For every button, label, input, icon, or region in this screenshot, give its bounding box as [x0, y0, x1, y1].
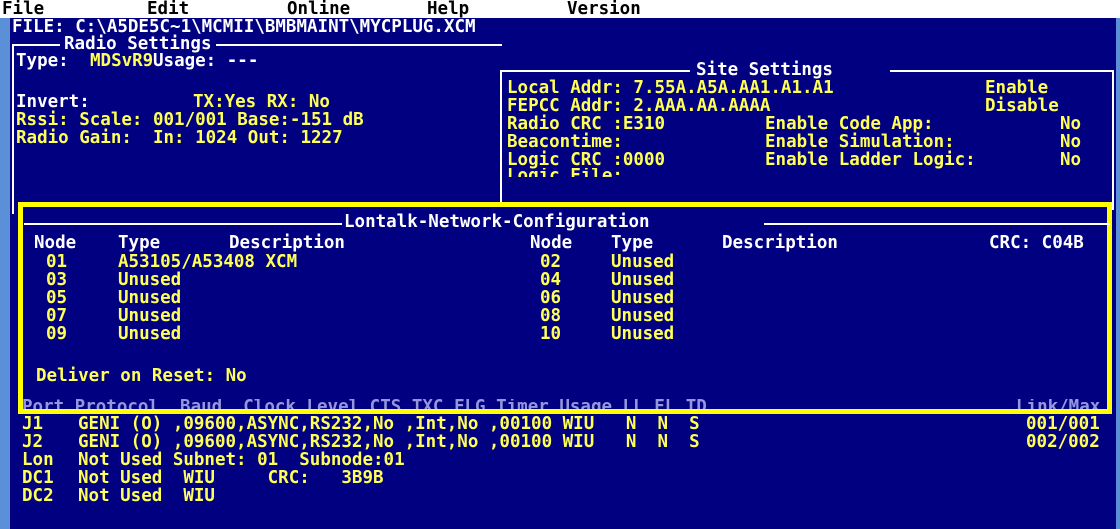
node-number: 08: [540, 306, 562, 326]
node-number: 04: [540, 270, 562, 290]
port-name: J1: [22, 414, 44, 434]
node-type[interactable]: Unused: [611, 271, 674, 289]
node-type[interactable]: Unused: [118, 271, 181, 289]
radio-usage: Usage: ---: [153, 51, 259, 71]
logic-crc: Logic CRC :0000: [507, 150, 666, 170]
node-number: 01: [46, 252, 68, 272]
port-name: J2: [22, 432, 44, 452]
site-settings-title: Site Settings: [690, 61, 839, 79]
node-number: 09: [46, 324, 68, 344]
node-type[interactable]: Unused: [118, 325, 181, 343]
fepcc-addr-state[interactable]: Disable: [985, 97, 1059, 115]
node-number: 07: [46, 306, 68, 326]
local-addr-state[interactable]: Enable: [985, 79, 1048, 97]
node-type[interactable]: Unused: [611, 325, 674, 343]
enable-ladder-logic-value[interactable]: No: [1060, 151, 1081, 169]
port-config[interactable]: Not Used WIU: [78, 487, 215, 505]
radio-crc: Radio CRC :E310: [507, 114, 666, 134]
local-addr[interactable]: Local Addr: 7.55A.A5A.AA1.A1.A1: [507, 79, 834, 97]
port-name: DC2: [22, 486, 54, 506]
col-node-left: Node: [34, 233, 77, 253]
lontalk-panel: Lontalk-Network-Configuration Node Type …: [24, 212, 1110, 404]
menu-online[interactable]: Online: [287, 0, 350, 18]
enable-code-app-value[interactable]: No: [1060, 115, 1081, 133]
menu-edit[interactable]: Edit: [147, 0, 189, 18]
node-number: 02: [540, 252, 562, 272]
col-desc-right: Description: [722, 233, 838, 253]
node-type[interactable]: Unused: [611, 307, 674, 325]
port-table-header-link: Link/Max: [1016, 399, 1101, 409]
node-number: 06: [540, 288, 562, 308]
lontalk-title: Lontalk-Network-Configuration: [344, 212, 650, 232]
col-type-left: Type: [118, 233, 161, 253]
port-name: Lon: [22, 450, 54, 470]
port-config[interactable]: GENI (O) ,09600,ASYNC,RS232,No ,Int,No ,…: [78, 433, 700, 451]
node-type[interactable]: A53105/A53408 XCM: [118, 253, 297, 271]
node-type[interactable]: Unused: [118, 307, 181, 325]
enable-code-app-label: Enable Code App:: [765, 114, 934, 134]
node-type[interactable]: Unused: [118, 289, 181, 307]
col-type-right: Type: [611, 233, 654, 253]
logic-file[interactable]: Logic File:: [507, 168, 623, 177]
beacontime[interactable]: Beacontime:: [507, 133, 623, 151]
col-desc-left: Description: [229, 233, 345, 253]
radio-type-value[interactable]: MDSvR9: [90, 52, 153, 70]
enable-simulation-value[interactable]: No: [1060, 133, 1081, 151]
node-number: 03: [46, 270, 68, 290]
enable-ladder-logic-label: Enable Ladder Logic:: [765, 150, 976, 170]
port-link: 001/001: [1026, 414, 1100, 434]
radio-type-label: Type:: [16, 51, 69, 71]
port-config[interactable]: Not Used WIU CRC: 3B9B: [78, 469, 384, 487]
rssi-setting[interactable]: Rssi: Scale: 001/001 Base:-151 dB: [16, 111, 364, 129]
port-link: 002/002: [1026, 432, 1100, 452]
port-config[interactable]: GENI (O) ,09600,ASYNC,RS232,No ,Int,No ,…: [78, 415, 700, 433]
fepcc-addr[interactable]: FEPCC Addr: 2.AAA.AA.AAAA: [507, 97, 770, 115]
node-number: 10: [540, 324, 562, 344]
port-config[interactable]: Not Used Subnet: 01 Subnode:01: [78, 451, 405, 469]
lontalk-crc: CRC: C04B: [989, 233, 1084, 253]
node-type[interactable]: Unused: [611, 253, 674, 271]
col-node-right: Node: [530, 233, 573, 253]
invert-value[interactable]: TX:Yes RX: No: [193, 93, 330, 111]
port-name: DC1: [22, 468, 54, 488]
menu-bar: File Edit Online Help Version: [0, 0, 1120, 18]
menu-file[interactable]: File: [2, 0, 44, 18]
terminal-screen: FILE: C:\A5DE5C~1\MCMII\BMBMAINT\MYCPLUG…: [10, 18, 1116, 529]
enable-simulation-label: Enable Simulation:: [765, 132, 955, 152]
menu-help[interactable]: Help: [427, 0, 469, 18]
deliver-on-reset[interactable]: Deliver on Reset: No: [36, 367, 247, 385]
node-number: 05: [46, 288, 68, 308]
radio-gain-setting[interactable]: Radio Gain: In: 1024 Out: 1227: [16, 129, 343, 147]
invert-label: Invert:: [16, 92, 90, 112]
node-type[interactable]: Unused: [611, 289, 674, 307]
port-table-header: Port Protocol Baud Clock Level CTS TXC F…: [22, 399, 707, 409]
menu-version[interactable]: Version: [567, 0, 641, 18]
